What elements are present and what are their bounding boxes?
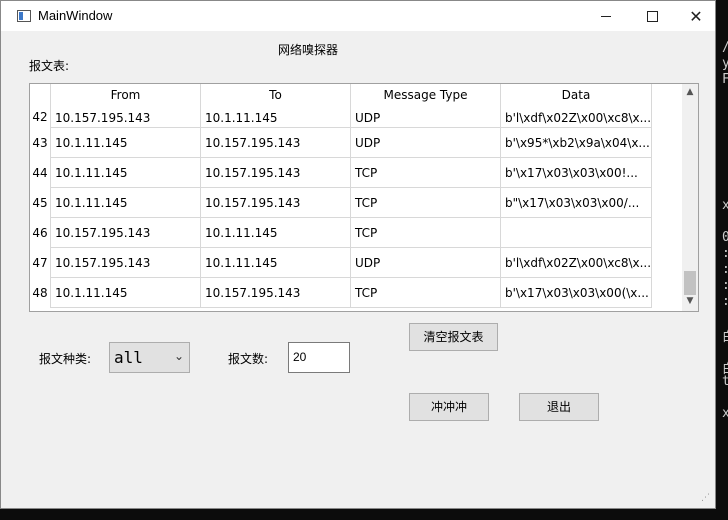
close-icon: ✕ bbox=[689, 6, 703, 26]
message-type-value: all bbox=[114, 348, 143, 367]
message-count-label: 报文数: bbox=[228, 352, 269, 366]
table-cell-data[interactable]: b'\x17\x03\x03\x00!... bbox=[501, 158, 652, 188]
table-cell-type[interactable]: TCP bbox=[351, 278, 501, 308]
table-cell-type[interactable]: TCP bbox=[351, 158, 501, 188]
table-cell-from[interactable]: 10.1.11.145 bbox=[51, 278, 201, 308]
table-cell-type[interactable]: UDP bbox=[351, 128, 501, 158]
packet-table: From To Message Type Data 42 10.157.195.1… bbox=[29, 83, 699, 312]
resize-grip-icon[interactable]: ⋰ bbox=[701, 494, 713, 507]
table-cell-to[interactable]: 10.157.195.143 bbox=[201, 158, 351, 188]
table-cell-to[interactable]: 10.1.11.145 bbox=[201, 106, 351, 128]
title-bar[interactable]: MainWindow ✕ bbox=[1, 1, 715, 31]
row-number[interactable]: 48 bbox=[30, 278, 51, 308]
table-cell-from[interactable]: 10.157.195.143 bbox=[51, 218, 201, 248]
table-cell-from[interactable]: 10.1.11.145 bbox=[51, 188, 201, 218]
row-number[interactable]: 45 bbox=[30, 188, 51, 218]
row-number[interactable]: 47 bbox=[30, 248, 51, 278]
chevron-down-icon: ⌄ bbox=[174, 349, 185, 363]
table-cell-data[interactable]: b'\x17\x03\x03\x00(\x... bbox=[501, 278, 652, 308]
start-capture-button[interactable]: 冲冲冲 bbox=[409, 393, 489, 421]
page-title: 网络嗅探器 bbox=[278, 43, 339, 57]
table-cell-type[interactable]: UDP bbox=[351, 106, 501, 128]
column-header-type[interactable]: Message Type bbox=[351, 84, 501, 106]
header-corner bbox=[30, 84, 51, 106]
message-type-label: 报文种类: bbox=[39, 352, 92, 366]
column-header-to[interactable]: To bbox=[201, 84, 351, 106]
table-cell-type[interactable]: TCP bbox=[351, 218, 501, 248]
minimize-button[interactable] bbox=[583, 1, 629, 31]
row-number[interactable]: 44 bbox=[30, 158, 51, 188]
scroll-thumb[interactable] bbox=[684, 271, 696, 295]
table-cell-data[interactable]: b"\x17\x03\x03\x00/... bbox=[501, 188, 652, 218]
table-cell-to[interactable]: 10.1.11.145 bbox=[201, 248, 351, 278]
app-window-icon bbox=[17, 10, 31, 22]
table-cell-data[interactable] bbox=[501, 218, 652, 248]
table-cell-to[interactable]: 10.157.195.143 bbox=[201, 188, 351, 218]
message-count-input[interactable]: 20 bbox=[288, 342, 350, 373]
row-number[interactable]: 42 bbox=[30, 106, 51, 128]
table-cell-from[interactable]: 10.157.195.143 bbox=[51, 106, 201, 128]
scroll-down-icon[interactable]: ▼ bbox=[685, 296, 695, 306]
minimize-icon bbox=[601, 15, 611, 17]
close-button[interactable]: ✕ bbox=[673, 1, 719, 31]
column-header-data[interactable]: Data bbox=[501, 84, 652, 106]
table-cell-to[interactable]: 10.157.195.143 bbox=[201, 128, 351, 158]
clear-table-button[interactable]: 清空报文表 bbox=[409, 323, 498, 351]
table-cell-from[interactable]: 10.157.195.143 bbox=[51, 248, 201, 278]
table-label: 报文表: bbox=[29, 59, 70, 73]
row-number[interactable]: 43 bbox=[30, 128, 51, 158]
exit-button[interactable]: 退出 bbox=[519, 393, 599, 421]
main-window: MainWindow ✕ 网络嗅探器 报文表: From To Message … bbox=[0, 0, 716, 509]
column-header-from[interactable]: From bbox=[51, 84, 201, 106]
background-terminal-bottom bbox=[0, 508, 728, 520]
vertical-scrollbar[interactable]: ▲ ▼ bbox=[682, 84, 698, 311]
table-cell-to[interactable]: 10.1.11.145 bbox=[201, 218, 351, 248]
table-cell-data[interactable]: b'l\xdf\x02Z\x00\xc8\x... bbox=[501, 248, 652, 278]
table-cell-type[interactable]: UDP bbox=[351, 248, 501, 278]
maximize-icon bbox=[646, 10, 658, 22]
scroll-up-icon[interactable]: ▲ bbox=[685, 87, 695, 97]
window-title: MainWindow bbox=[38, 8, 113, 23]
table-cell-type[interactable]: TCP bbox=[351, 188, 501, 218]
maximize-button[interactable] bbox=[629, 1, 675, 31]
row-number[interactable]: 46 bbox=[30, 218, 51, 248]
table-cell-from[interactable]: 10.1.11.145 bbox=[51, 128, 201, 158]
table-cell-data[interactable]: b'\x95*\xb2\x9a\x04\x... bbox=[501, 128, 652, 158]
table-cell-to[interactable]: 10.157.195.143 bbox=[201, 278, 351, 308]
table-cell-data[interactable]: b'l\xdf\x02Z\x00\xc8\x... bbox=[501, 106, 652, 128]
table-cell-from[interactable]: 10.1.11.145 bbox=[51, 158, 201, 188]
message-type-combobox[interactable]: all ⌄ bbox=[109, 342, 190, 373]
